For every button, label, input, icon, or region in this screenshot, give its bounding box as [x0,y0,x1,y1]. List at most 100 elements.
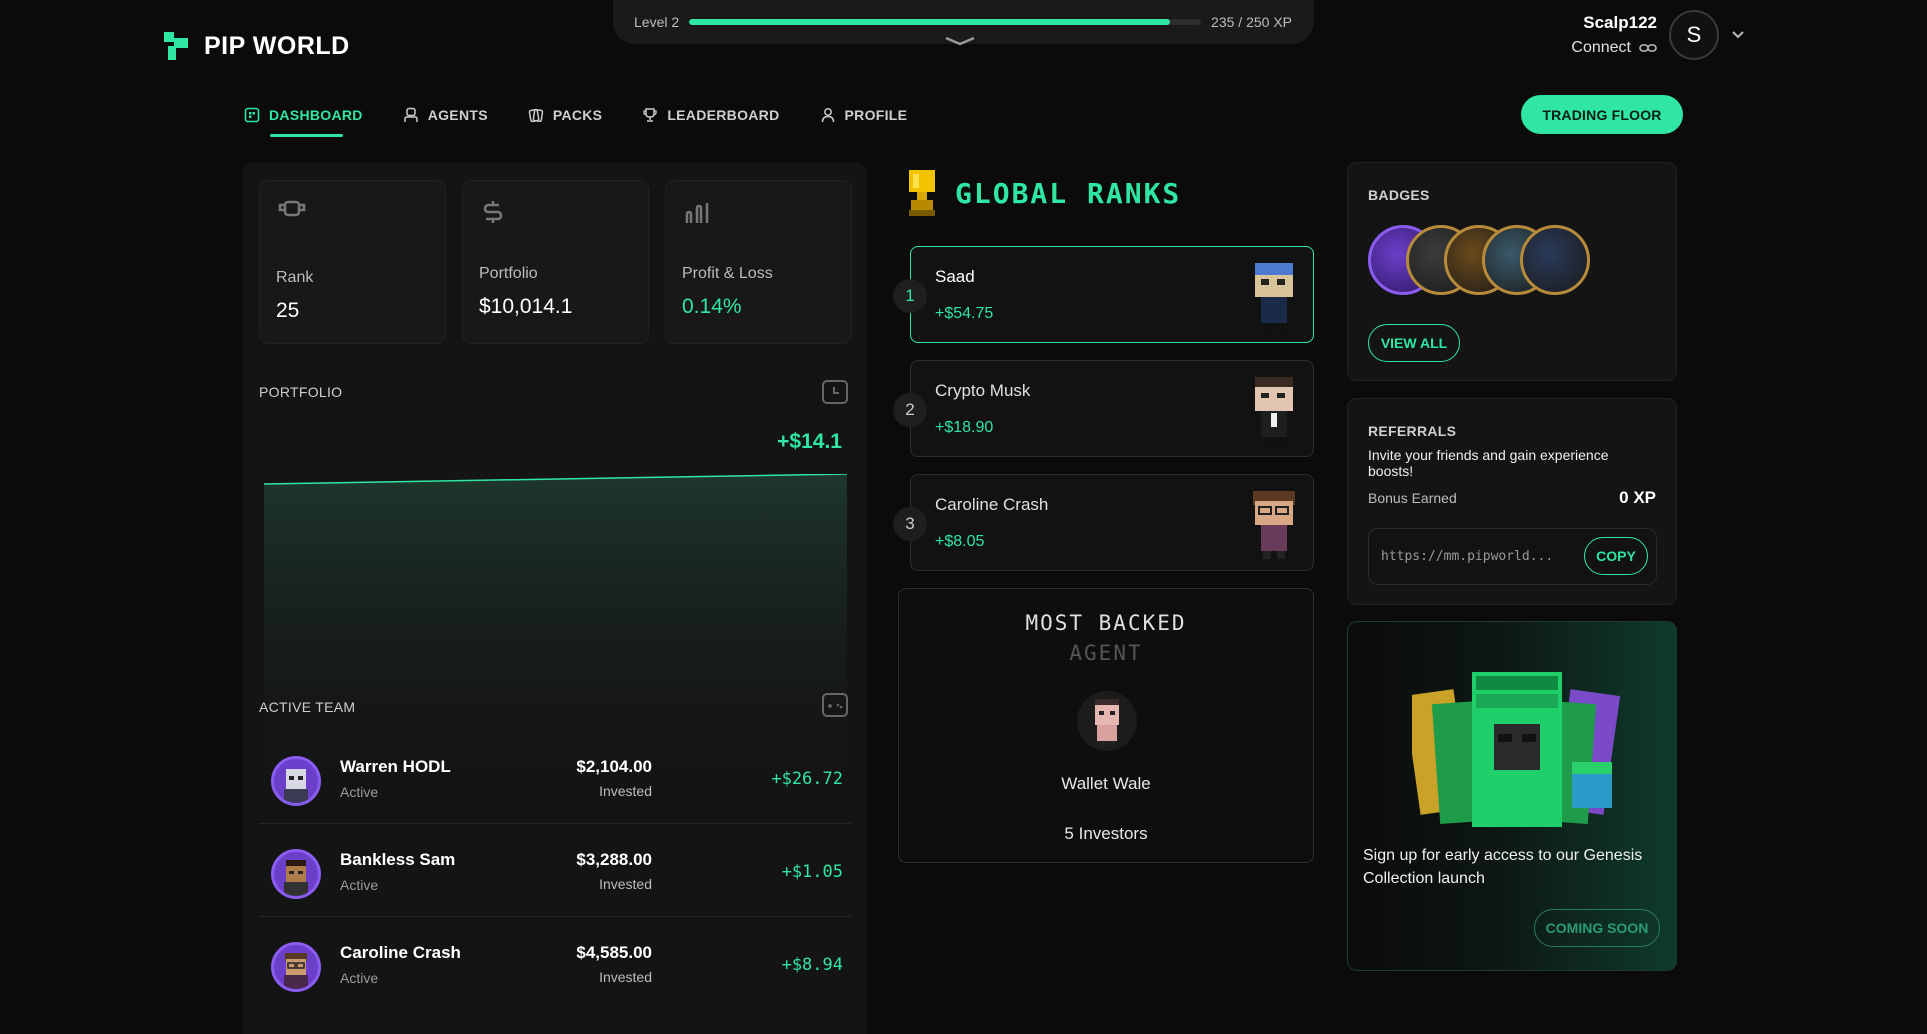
dollar-icon [483,201,503,223]
copy-button[interactable]: COPY [1584,537,1648,575]
rank-number: 3 [893,507,927,541]
bonus-label: Bonus Earned [1368,490,1457,506]
invested-label: Invested [599,969,652,985]
team-row[interactable]: Warren HODL Active $2,104.00 Invested +$… [259,732,851,824]
agent-avatar [271,849,321,899]
invested-amount: $3,288.00 [576,850,652,869]
avatar[interactable]: S [1669,10,1719,60]
nav-label: LEADERBOARD [667,107,780,123]
user-menu[interactable]: Scalp122 Connect S [1571,10,1745,60]
agent-status: Active [340,877,379,893]
portfolio-card: Portfolio $10,014.1 [462,180,649,344]
genesis-description: Sign up for early access to our Genesis … [1363,847,1643,887]
rank-label: Rank [276,269,314,286]
agent-avatar [271,942,321,992]
bonus-value: 0 XP [1619,488,1656,507]
packs-icon [528,108,544,123]
rank-gain: +$8.05 [935,533,985,550]
xp-fill [689,19,1171,25]
pip-logo-icon [164,32,188,60]
agent-pnl: +$1.05 [781,862,843,882]
portfolio-title: PORTFOLIO [259,384,343,400]
coming-soon-button[interactable]: COMING SOON [1534,909,1660,947]
view-all-button[interactable]: VIEW ALL [1368,324,1460,362]
rank-gain: +$18.90 [935,419,994,436]
genesis-pack-image [1412,672,1621,827]
rank-card: Rank 25 [259,180,446,344]
global-ranks-title: GLOBAL RANKS [955,176,1182,210]
trophy-icon [643,108,657,122]
connect-link[interactable]: Connect [1571,39,1657,57]
rank-card[interactable]: 3 Caroline Crash +$8.05 [893,474,1314,571]
active-team-title: ACTIVE TEAM [259,699,356,715]
invested-label: Invested [599,783,652,799]
chevron-down-icon[interactable] [1731,27,1745,43]
portfolio-value: $10,014.1 [479,295,573,318]
nav-packs[interactable]: PACKS [528,104,602,126]
rank-card[interactable]: 1 Saad +$54.75 [893,246,1314,343]
rank-value: 25 [276,299,300,322]
genesis-promo-card: Sign up for early access to our Genesis … [1347,621,1677,971]
nav-leaderboard[interactable]: LEADERBOARD [642,104,779,126]
portfolio-label: Portfolio [479,265,538,282]
dashboard-icon [244,107,260,123]
agent-avatar [1077,691,1137,751]
brand-name: PIP WORLD [204,31,350,60]
badge-icon[interactable] [1520,225,1590,295]
nav-profile[interactable]: PROFILE [820,104,908,126]
referral-link[interactable]: https://mm.pipworld... [1381,549,1553,564]
agent-character [1253,491,1295,559]
link-icon [1639,44,1657,52]
agent-avatar [271,756,321,806]
agent-name: Caroline Crash [340,943,461,962]
agent-status: Active [340,970,379,986]
agent-name: Warren HODL [340,757,451,776]
nav-dashboard[interactable]: DASHBOARD [244,104,363,137]
badges-card: BADGES VIEW ALL [1347,162,1677,381]
main-nav: DASHBOARD AGENTS PACKS LEADERBOARD PROFI… [244,104,947,137]
pnl-card: Profit & Loss 0.14% [665,180,852,344]
investor-count: 5 Investors [1064,824,1148,843]
most-backed-subtitle: AGENT [1069,641,1143,665]
xp-track [689,19,1202,25]
invested-amount: $2,104.00 [576,757,652,776]
badges-title: BADGES [1368,187,1430,203]
trophy-icon [909,170,935,216]
pnl-value: 0.14% [682,295,742,318]
level-progress-bar[interactable]: Level 2 235 / 250 XP [613,0,1314,46]
agents-icon [403,107,418,122]
rank-number: 2 [893,393,927,427]
agent-character [1255,263,1293,331]
pnl-label: Profit & Loss [682,265,773,282]
agent-name: Bankless Sam [340,850,456,869]
dashboard-panel: Rank 25 Portfolio $10,014.1 Profit & Los… [243,162,866,1034]
xp-text: 235 / 250 XP [1211,14,1292,30]
connect-label: Connect [1571,39,1631,56]
invested-label: Invested [599,876,652,892]
rank-name: Saad [935,267,975,286]
rank-card[interactable]: 2 Crypto Musk +$18.90 [893,360,1314,457]
nav-agents[interactable]: AGENTS [403,104,488,126]
logo[interactable]: PIP WORLD [162,30,350,62]
team-row[interactable]: Caroline Crash Active $4,585.00 Invested… [259,918,851,1010]
team-row[interactable]: Bankless Sam Active $3,288.00 Invested +… [259,825,851,917]
level-label: Level 2 [634,14,680,30]
trading-floor-button[interactable]: TRADING FLOOR [1521,95,1683,134]
agent-character [1255,377,1293,445]
nav-label: PROFILE [844,107,908,123]
referrals-description: Invite your friends and gain experience … [1368,447,1609,479]
chevron-down-icon[interactable] [943,34,977,52]
rank-name: Crypto Musk [935,381,1031,400]
rank-gain: +$54.75 [935,305,994,322]
agent-pnl: +$26.72 [771,769,843,789]
most-backed-title: MOST BACKED [1025,611,1187,635]
most-backed-name: Wallet Wale [1061,774,1151,793]
agent-status: Active [340,784,379,800]
gamepad-icon[interactable] [822,693,848,717]
most-backed-agent-card[interactable]: MOST BACKED AGENT Wallet Wale 5 Investor… [898,588,1314,863]
bar-chart-icon [685,203,709,223]
rank-number: 1 [893,279,927,313]
global-ranks-header: GLOBAL RANKS [905,168,1181,218]
clock-icon[interactable] [822,380,848,404]
profile-icon [821,108,834,123]
